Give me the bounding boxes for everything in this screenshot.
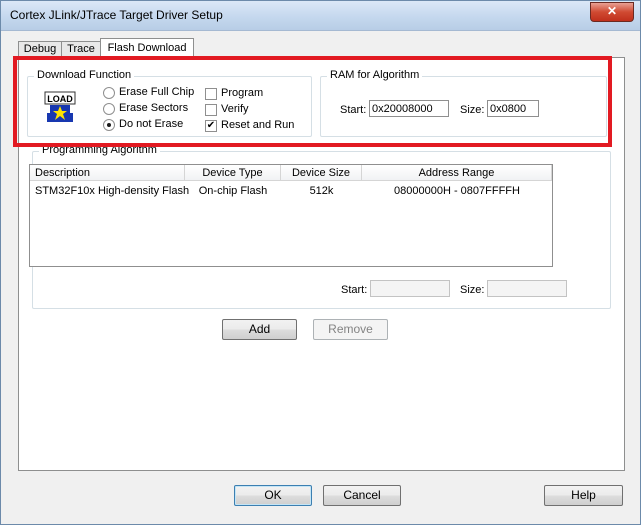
table-row-address-range[interactable]: 08000000H - 0807FFFFH xyxy=(362,184,552,199)
radio-erase-sectors-label: Erase Sectors xyxy=(119,102,189,114)
title-bar[interactable]: Cortex JLink/JTrace Target Driver Setup … xyxy=(1,1,640,31)
tab-trace[interactable]: Trace xyxy=(61,41,101,58)
checkbox-program-label: Program xyxy=(221,87,264,99)
ok-button[interactable]: OK xyxy=(234,485,312,506)
radio-erase-sectors-indicator[interactable] xyxy=(103,103,115,115)
checkbox-verify-label: Verify xyxy=(221,103,249,115)
radio-erase-full-chip-label: Erase Full Chip xyxy=(119,86,195,98)
tab-debug[interactable]: Debug xyxy=(18,41,62,58)
algorithm-size-field[interactable] xyxy=(487,280,567,297)
tab-trace-label: Trace xyxy=(67,43,95,55)
radio-do-not-erase-indicator[interactable] xyxy=(103,119,115,131)
algorithm-size-label: Size: xyxy=(460,284,485,296)
tab-debug-label: Debug xyxy=(23,43,57,55)
flash-download-panel: Download Function LOAD Erase Full Chip E… xyxy=(18,57,625,471)
checkbox-verify-box[interactable] xyxy=(205,104,217,116)
table-row-device-size[interactable]: 512k xyxy=(281,184,362,199)
radio-do-not-erase-label: Do not Erase xyxy=(119,118,184,130)
ram-size-field[interactable]: 0x0800 xyxy=(487,100,539,117)
download-function-label: Download Function xyxy=(34,69,135,81)
help-button[interactable]: Help xyxy=(544,485,623,506)
ram-for-algorithm-group: RAM for Algorithm Start: 0x20008000 Size… xyxy=(320,69,607,137)
algorithm-start-label: Start: xyxy=(341,284,368,296)
close-icon: ✕ xyxy=(606,4,618,18)
column-header-description[interactable]: Description xyxy=(30,165,185,181)
ram-start-label: Start: xyxy=(340,104,367,116)
programming-algorithm-label: Programming Algorithm xyxy=(39,144,160,156)
ram-for-algorithm-label: RAM for Algorithm xyxy=(327,69,423,81)
column-header-address-range[interactable]: Address Range xyxy=(362,165,552,181)
add-button[interactable]: Add xyxy=(222,319,297,340)
cancel-button[interactable]: Cancel xyxy=(323,485,401,506)
close-button[interactable]: ✕ xyxy=(590,2,634,22)
column-header-device-size[interactable]: Device Size xyxy=(281,165,362,181)
window-title: Cortex JLink/JTrace Target Driver Setup xyxy=(10,8,223,22)
ram-size-label: Size: xyxy=(460,104,485,116)
checkbox-program-box[interactable] xyxy=(205,88,217,100)
checkbox-reset-and-run-label: Reset and Run xyxy=(221,119,295,131)
remove-button[interactable]: Remove xyxy=(313,319,388,340)
tab-flash-download[interactable]: Flash Download xyxy=(100,38,194,59)
load-icon-text: LOAD xyxy=(47,94,73,104)
check-mark-icon[interactable]: ✔ xyxy=(205,120,217,132)
tab-flash-download-label: Flash Download xyxy=(107,42,187,54)
ram-start-field[interactable]: 0x20008000 xyxy=(369,100,449,117)
download-function-group: Download Function LOAD Erase Full Chip E… xyxy=(27,69,312,137)
table-row-description[interactable]: STM32F10x High-density Flash xyxy=(30,184,190,199)
load-icon: LOAD xyxy=(44,91,76,122)
algorithm-start-field[interactable] xyxy=(370,280,450,297)
radio-erase-full-chip-indicator[interactable] xyxy=(103,87,115,99)
column-header-device-type[interactable]: Device Type xyxy=(185,165,281,181)
algorithm-list[interactable]: Description Device Type Device Size Addr… xyxy=(29,164,553,267)
dialog-window: Cortex JLink/JTrace Target Driver Setup … xyxy=(0,0,641,525)
table-row-device-type[interactable]: On-chip Flash xyxy=(185,184,281,199)
